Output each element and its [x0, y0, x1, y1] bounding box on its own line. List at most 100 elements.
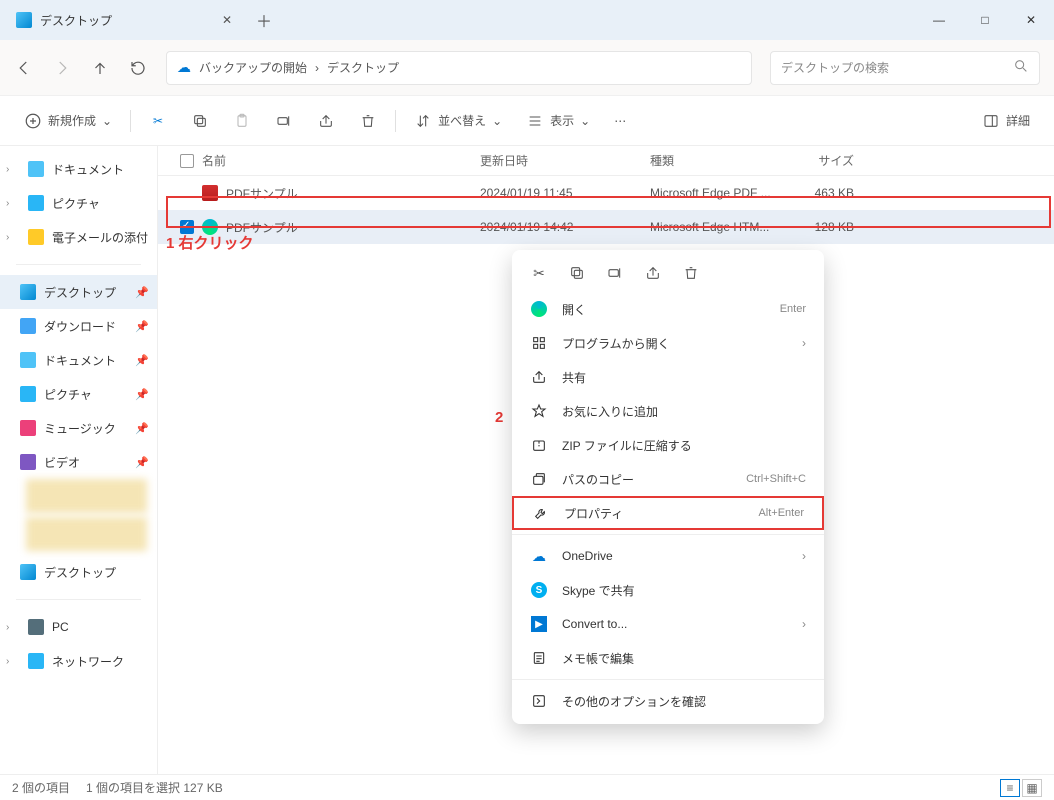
search-input[interactable]: デスクトップの検索: [770, 51, 1040, 85]
separator: [512, 534, 824, 535]
more-icon: [530, 692, 548, 710]
delete-button[interactable]: [349, 104, 387, 138]
address-bar: ☁ バックアップの開始 › デスクトップ デスクトップの検索: [0, 40, 1054, 96]
close-tab-icon[interactable]: ✕: [222, 13, 236, 27]
close-button[interactable]: ✕: [1008, 0, 1054, 40]
new-tab-button[interactable]: ＋: [256, 8, 272, 32]
icons-view-button[interactable]: ▦: [1022, 779, 1042, 797]
tab-title: デスクトップ: [40, 12, 112, 29]
context-item-zip[interactable]: ZIP ファイルに圧縮する: [512, 428, 824, 462]
breadcrumb[interactable]: ☁ バックアップの開始 › デスクトップ: [166, 51, 752, 85]
file-list: 名前 更新日時 種類 サイズ PDFサンプル 2024/01/19 11:45 …: [158, 146, 1054, 774]
scissors-icon[interactable]: ✂: [530, 264, 548, 282]
col-date[interactable]: 更新日時: [472, 152, 642, 169]
chevron-right-icon: ›: [6, 198, 9, 209]
zip-icon: [530, 436, 548, 454]
sidebar-item-downloads[interactable]: ダウンロード📌: [0, 309, 157, 343]
maximize-button[interactable]: □: [962, 0, 1008, 40]
share-button[interactable]: [307, 104, 345, 138]
window-controls: ― □ ✕: [916, 0, 1054, 40]
network-icon: [28, 653, 44, 669]
copy-button[interactable]: [181, 104, 219, 138]
cut-button[interactable]: ✂: [139, 104, 177, 138]
share-icon[interactable]: [644, 264, 662, 282]
details-view-button[interactable]: ≡: [1000, 779, 1020, 797]
separator: [16, 599, 141, 600]
view-button[interactable]: 表示 ⌄: [516, 104, 600, 138]
minimize-button[interactable]: ―: [916, 0, 962, 40]
new-button[interactable]: 新規作成 ⌄: [14, 104, 122, 138]
sidebar-item-pictures-q[interactable]: ピクチャ📌: [0, 377, 157, 411]
desktop-icon: [16, 12, 32, 28]
folder-icon: [20, 352, 36, 368]
rename-icon: [275, 112, 293, 130]
context-item-star[interactable]: お気に入りに追加: [512, 394, 824, 428]
pin-icon: 📌: [135, 456, 149, 469]
plus-circle-icon: [24, 112, 42, 130]
app-icon: [530, 334, 548, 352]
paste-button[interactable]: [223, 104, 261, 138]
view-switcher: ≡ ▦: [1000, 779, 1042, 797]
context-item-edge[interactable]: 開くEnter: [512, 292, 824, 326]
pictures-icon: [28, 195, 44, 211]
forward-button[interactable]: [52, 58, 72, 78]
breadcrumb-current[interactable]: デスクトップ: [327, 59, 399, 76]
copy-icon[interactable]: [568, 264, 586, 282]
details-pane-button[interactable]: 詳細: [972, 104, 1040, 138]
skype-icon: S: [530, 581, 548, 599]
sort-icon: [414, 112, 432, 130]
sidebar-item-pictures[interactable]: ›ピクチャ: [0, 186, 157, 220]
context-item-convert[interactable]: ▶Convert to...›: [512, 607, 824, 641]
chevron-down-icon: ⌄: [102, 114, 112, 128]
sidebar-item-documents-q[interactable]: ドキュメント📌: [0, 343, 157, 377]
pictures-icon: [20, 386, 36, 402]
breadcrumb-backup[interactable]: バックアップの開始: [199, 59, 307, 76]
col-name[interactable]: 名前: [172, 152, 472, 169]
col-type[interactable]: 種類: [642, 152, 782, 169]
refresh-button[interactable]: [128, 58, 148, 78]
sidebar-item-desktop2[interactable]: デスクトップ: [0, 555, 157, 589]
separator: [130, 110, 131, 132]
sidebar-item-videos[interactable]: ビデオ📌: [0, 445, 157, 479]
context-item-more[interactable]: その他のオプションを確認: [512, 684, 824, 718]
sidebar-item-pc[interactable]: ›PC: [0, 610, 157, 644]
more-button[interactable]: ⋯: [604, 104, 636, 138]
rename-icon[interactable]: [606, 264, 624, 282]
chevron-down-icon: ⌄: [580, 114, 590, 128]
back-button[interactable]: [14, 58, 34, 78]
wrench-icon: [532, 504, 550, 522]
window-tab[interactable]: デスクトップ ✕: [6, 4, 246, 36]
details-icon: [982, 112, 1000, 130]
pin-icon: 📌: [135, 388, 149, 401]
pc-icon: [28, 619, 44, 635]
sidebar-item-desktop[interactable]: デスクトップ📌: [0, 275, 157, 309]
context-item-skype[interactable]: SSkype で共有: [512, 573, 824, 607]
rename-button[interactable]: [265, 104, 303, 138]
col-size[interactable]: サイズ: [782, 152, 862, 169]
sidebar-item-music[interactable]: ミュージック📌: [0, 411, 157, 445]
chevron-right-icon: ›: [802, 617, 806, 631]
copy-icon: [191, 112, 209, 130]
blurred-item: [26, 517, 147, 551]
up-button[interactable]: [90, 58, 110, 78]
toolbar: 新規作成 ⌄ ✂ 並べ替え ⌄ 表示 ⌄ ⋯ 詳細: [0, 96, 1054, 146]
trash-icon: [359, 112, 377, 130]
paste-icon: [233, 112, 251, 130]
context-item-onedrive[interactable]: ☁OneDrive›: [512, 539, 824, 573]
status-bar: 2 個の項目 1 個の項目を選択 127 KB ≡ ▦: [0, 774, 1054, 800]
select-all-checkbox[interactable]: [180, 154, 194, 168]
separator: [395, 110, 396, 132]
sidebar-item-documents[interactable]: ›ドキュメント: [0, 152, 157, 186]
sort-button[interactable]: 並べ替え ⌄: [404, 104, 512, 138]
context-item-copy[interactable]: パスのコピーCtrl+Shift+C: [512, 462, 824, 496]
sidebar-item-email[interactable]: ›電子メールの添付: [0, 220, 157, 254]
trash-icon[interactable]: [682, 264, 700, 282]
context-item-app[interactable]: プログラムから開く›: [512, 326, 824, 360]
context-item-share[interactable]: 共有: [512, 360, 824, 394]
context-menu: ✂ 開くEnterプログラムから開く›共有お気に入りに追加ZIP ファイルに圧縮…: [512, 250, 824, 724]
sidebar-item-network[interactable]: ›ネットワーク: [0, 644, 157, 678]
context-item-wrench[interactable]: プロパティAlt+Enter: [512, 496, 824, 530]
breadcrumb-separator: ›: [315, 61, 319, 75]
context-item-notepad[interactable]: メモ帳で編集: [512, 641, 824, 675]
search-icon: [1013, 58, 1029, 77]
